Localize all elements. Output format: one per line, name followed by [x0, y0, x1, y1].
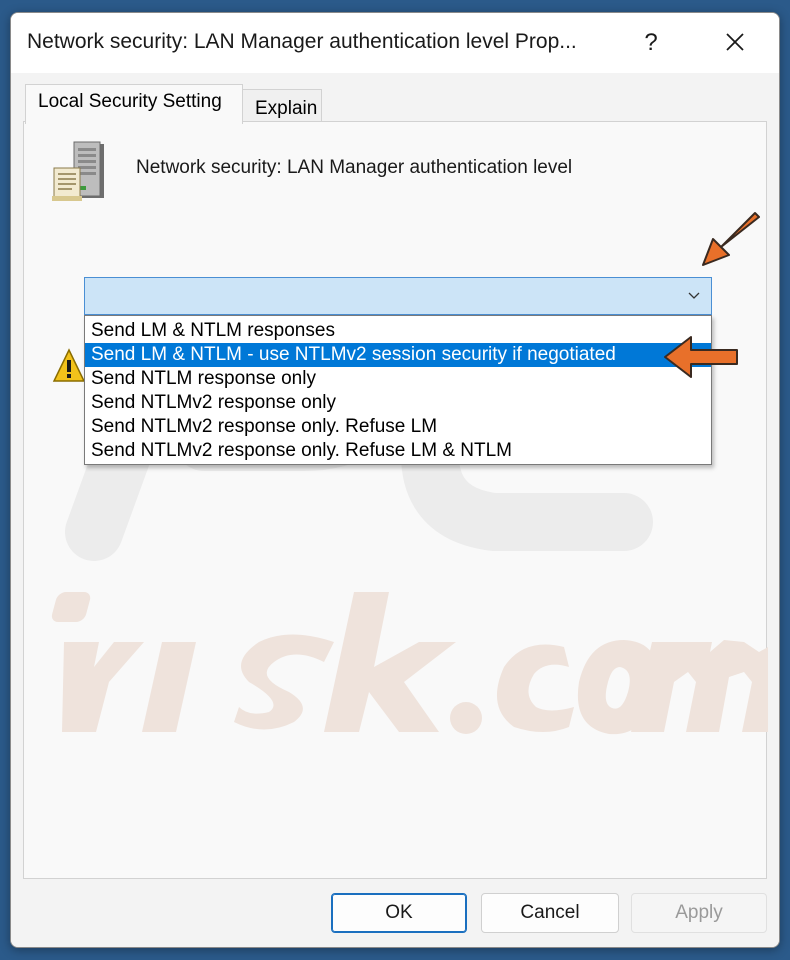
- dropdown-option-highlighted[interactable]: Send LM & NTLM - use NTLMv2 session secu…: [85, 343, 711, 367]
- window-title: Network security: LAN Manager authentica…: [27, 30, 577, 53]
- apply-button[interactable]: Apply: [631, 893, 767, 933]
- dialog-footer: OK Cancel Apply: [11, 881, 779, 947]
- watermark: [51, 283, 768, 735]
- title-bar: Network security: LAN Manager authentica…: [11, 13, 779, 73]
- annotation-arrow-icon: [702, 212, 760, 266]
- policy-name: Network security: LAN Manager authentica…: [136, 157, 573, 178]
- warning-icon: [52, 348, 86, 382]
- dropdown-option[interactable]: Send NTLMv2 response only. Refuse LM & N…: [85, 439, 711, 463]
- close-button[interactable]: [711, 23, 759, 63]
- properties-dialog: Network security: LAN Manager authentica…: [10, 12, 780, 948]
- auth-level-dropdown-list: Send LM & NTLM responses Send LM & NTLM …: [84, 315, 712, 465]
- ok-button[interactable]: OK: [331, 893, 467, 933]
- dropdown-option[interactable]: Send LM & NTLM responses: [85, 319, 711, 343]
- auth-level-combobox[interactable]: [84, 277, 712, 315]
- server-icon: [52, 141, 104, 201]
- close-icon: [726, 33, 744, 51]
- tab-local-security-setting[interactable]: Local Security Setting: [25, 84, 243, 124]
- help-button[interactable]: ?: [629, 23, 673, 63]
- tab-panel: Network security: LAN Manager authentica…: [23, 121, 768, 879]
- dropdown-option[interactable]: Send NTLMv2 response only. Refuse LM: [85, 415, 711, 439]
- dropdown-option[interactable]: Send NTLMv2 response only: [85, 391, 711, 415]
- dropdown-option[interactable]: Send NTLM response only: [85, 367, 711, 391]
- annotation-arrow-icon: [664, 336, 738, 378]
- cancel-button[interactable]: Cancel: [481, 893, 619, 933]
- tab-explain[interactable]: Explain: [242, 89, 322, 124]
- chevron-down-icon: [688, 292, 700, 299]
